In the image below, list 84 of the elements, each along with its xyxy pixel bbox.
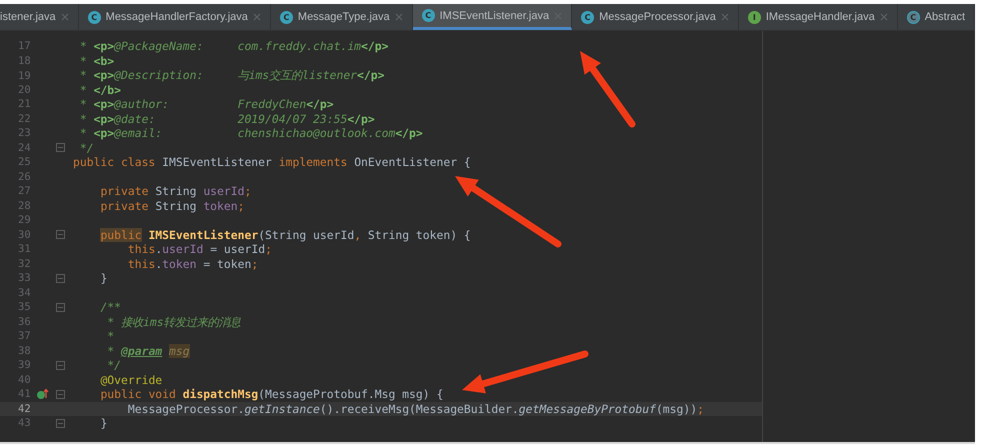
code-line: this.token = token; bbox=[126, 256, 258, 271]
line-number: 25 bbox=[17, 156, 32, 168]
code-line: public class IMSEventListener implements OnEventListener { bbox=[73, 155, 471, 170]
code-line: } bbox=[99, 271, 108, 286]
fold-icon[interactable] bbox=[56, 360, 65, 370]
editor-tab[interactable]: C MessageProcessor.java bbox=[572, 4, 739, 30]
tab-label: IMessageHandler.java bbox=[766, 11, 875, 23]
line-number: 30 bbox=[17, 228, 32, 241]
tab-label: MessageType.java bbox=[298, 11, 390, 23]
line-number: 41 bbox=[17, 388, 32, 400]
fold-icon[interactable] bbox=[56, 302, 65, 312]
code-line: MessageProcessor.getInstance().receiveMsg(MessageBuilder.getMessageByProtobuf(msg)); bbox=[126, 402, 704, 416]
line-number: 39 bbox=[17, 359, 32, 372]
code-line: * <p>@PackageName: com.freddy.chat.im</p> bbox=[78, 39, 388, 54]
file-type-icon: C bbox=[88, 10, 101, 24]
code-line: */ bbox=[78, 140, 94, 155]
line-number: 33 bbox=[17, 272, 32, 284]
code-line: * <p>@Description: 与ims交互的listener</p> bbox=[78, 68, 384, 83]
file-type-icon: C bbox=[906, 10, 920, 24]
file-type-icon: C bbox=[422, 9, 435, 22]
code-line: public IMSEventListener(String userId, String token) { bbox=[99, 228, 471, 242]
line-number: 43 bbox=[17, 417, 32, 430]
tab-label: istener.java bbox=[0, 11, 56, 23]
line-number: 27 bbox=[17, 185, 32, 198]
line-number: 31 bbox=[17, 243, 32, 256]
code-line: } bbox=[99, 416, 108, 430]
tab-label: MessageHandlerFactory.java bbox=[106, 11, 248, 23]
code-line: * <p>@email: chenshichao@outlook.com</p> bbox=[78, 126, 423, 140]
line-number: 24 bbox=[17, 142, 32, 154]
line-number: 22 bbox=[17, 112, 32, 125]
code-line: /** bbox=[99, 300, 122, 314]
line-number: 17 bbox=[17, 40, 32, 52]
tab-label: Abstract bbox=[924, 11, 966, 23]
close-icon[interactable] bbox=[60, 13, 69, 21]
code-line: * @param msg bbox=[106, 344, 190, 358]
file-type-icon: C bbox=[280, 10, 293, 24]
code-line: * bbox=[106, 329, 114, 344]
line-number: 35 bbox=[17, 301, 32, 314]
line-number: 18 bbox=[17, 54, 32, 67]
line-number: 37 bbox=[17, 330, 32, 342]
editor-tab[interactable]: C Abstract bbox=[898, 4, 975, 30]
file-type-icon: C bbox=[581, 10, 594, 24]
code-line: @Override bbox=[99, 372, 162, 387]
tab-label: MessageProcessor.java bbox=[599, 11, 716, 23]
tab-label: IMSEventListener.java bbox=[440, 10, 550, 22]
line-number: 38 bbox=[17, 344, 32, 357]
code-line: * 接收ims转发过来的消息 bbox=[106, 314, 241, 330]
editor-tab[interactable]: I IMessageHandler.java bbox=[738, 4, 898, 30]
code-line: this.userId = userId; bbox=[126, 242, 272, 256]
close-icon[interactable] bbox=[880, 13, 888, 21]
line-number: 23 bbox=[17, 127, 32, 140]
line-number: 26 bbox=[17, 170, 32, 183]
file-type-icon: I bbox=[748, 10, 761, 24]
fold-icon[interactable] bbox=[56, 418, 65, 428]
fold-icon[interactable] bbox=[56, 390, 65, 399]
code-line: * <p>@author: FreddyChen</p> bbox=[78, 97, 334, 112]
line-number: 42 bbox=[17, 402, 32, 415]
close-icon[interactable] bbox=[252, 13, 261, 21]
fold-icon[interactable] bbox=[56, 143, 65, 152]
close-icon[interactable] bbox=[720, 13, 729, 21]
line-number: 20 bbox=[17, 84, 32, 96]
editor-tab[interactable]: C IMSEventListener.java bbox=[412, 4, 572, 30]
code-line: private String userId; bbox=[99, 184, 252, 198]
override-marker-icon[interactable] bbox=[36, 388, 50, 400]
code-line: public void dispatchMsg(MessageProtobuf.Msg msg) { bbox=[99, 387, 444, 402]
line-number: 29 bbox=[17, 214, 32, 226]
code-line: private String token; bbox=[99, 198, 244, 213]
editor-tab[interactable]: istener.java bbox=[0, 4, 79, 30]
line-number: 28 bbox=[17, 200, 32, 212]
line-number: 36 bbox=[17, 316, 32, 328]
line-number: 21 bbox=[17, 98, 32, 110]
code-line: * <p>@date: 2019/04/07 23:55</p> bbox=[78, 112, 375, 126]
editor-tab[interactable]: C MessageType.java bbox=[270, 4, 413, 30]
fold-icon[interactable] bbox=[56, 230, 65, 240]
code-line: * <b> bbox=[78, 54, 114, 68]
code-line: * </b> bbox=[78, 82, 122, 97]
line-number: 32 bbox=[17, 258, 32, 270]
line-number: 34 bbox=[17, 286, 32, 299]
editor-tab[interactable]: C MessageHandlerFactory.java bbox=[78, 4, 271, 30]
fold-icon[interactable] bbox=[56, 274, 65, 283]
line-number: 19 bbox=[17, 70, 32, 82]
code-line: */ bbox=[106, 358, 122, 372]
line-number: 40 bbox=[17, 374, 32, 386]
close-icon[interactable] bbox=[394, 13, 403, 21]
